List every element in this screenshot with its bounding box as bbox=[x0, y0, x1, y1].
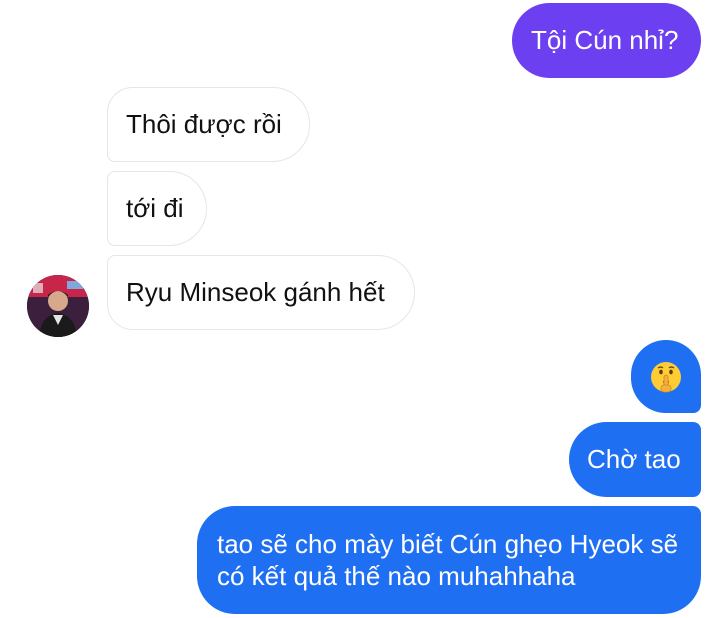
sent-message-bubble[interactable]: Tội Cún nhỉ? bbox=[512, 3, 701, 78]
chat-thread: Tội Cún nhỉ? Thôi được rồi tới đi Ryu Mi… bbox=[0, 0, 720, 618]
message-text: tao sẽ cho mày biết Cún ghẹo Hyeok sẽ có… bbox=[217, 529, 679, 591]
sent-emoji-bubble[interactable] bbox=[631, 340, 701, 413]
shushing-face-icon bbox=[650, 361, 682, 393]
message-text: Tội Cún nhỉ? bbox=[531, 25, 679, 55]
contact-avatar[interactable] bbox=[27, 275, 89, 337]
message-text: Thôi được rồi bbox=[126, 109, 282, 139]
message-text: tới đi bbox=[126, 193, 184, 223]
message-text: Ryu Minseok gánh hết bbox=[126, 277, 385, 307]
received-message-bubble[interactable]: Ryu Minseok gánh hết bbox=[107, 255, 415, 330]
received-message-bubble[interactable]: tới đi bbox=[107, 171, 207, 246]
sent-message-bubble[interactable]: tao sẽ cho mày biết Cún ghẹo Hyeok sẽ có… bbox=[197, 506, 701, 614]
sent-message-bubble[interactable]: Chờ tao bbox=[569, 422, 701, 497]
message-text: Chờ tao bbox=[587, 444, 681, 474]
received-message-bubble[interactable]: Thôi được rồi bbox=[107, 87, 310, 162]
avatar-image bbox=[27, 275, 89, 337]
